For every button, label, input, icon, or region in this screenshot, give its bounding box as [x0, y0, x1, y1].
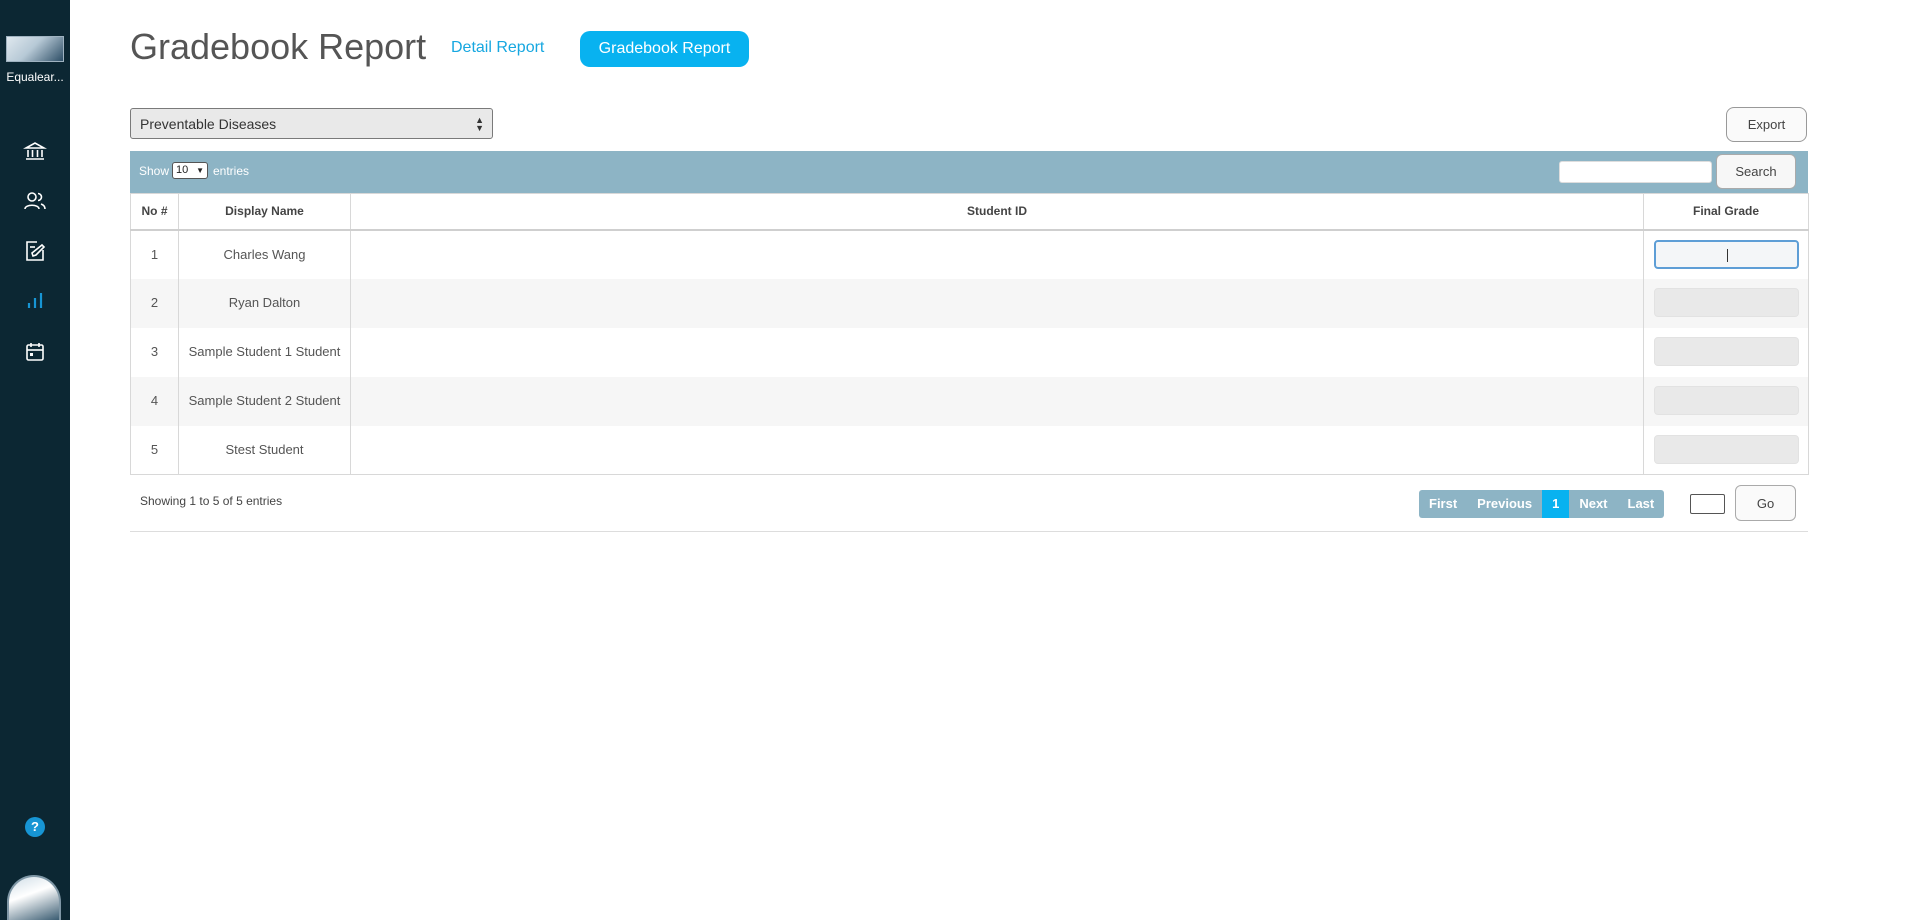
page-number-input[interactable] [1690, 494, 1725, 514]
table-row: 5 Stest Student [130, 425, 1809, 475]
cell-student-id [350, 278, 1644, 328]
cell-no: 1 [130, 229, 179, 279]
course-select-value: Preventable Diseases [140, 116, 277, 132]
pager-previous-button[interactable]: Previous [1467, 490, 1542, 518]
calendar-icon[interactable] [23, 340, 47, 364]
cell-final-grade [1643, 425, 1809, 475]
cell-display-name: Ryan Dalton [178, 278, 351, 328]
column-header-final-grade[interactable]: Final Grade [1643, 193, 1809, 231]
final-grade-input[interactable] [1653, 385, 1799, 415]
entries-label: entries [213, 164, 250, 178]
cell-no: 3 [130, 327, 179, 377]
pager-page-1-button[interactable]: 1 [1542, 490, 1570, 518]
app-logo[interactable] [6, 36, 64, 62]
gradebook-report-button[interactable]: Gradebook Report [580, 31, 749, 67]
entries-select[interactable]: 10 ▼ [172, 162, 208, 179]
detail-report-link[interactable]: Detail Report [451, 39, 544, 57]
column-header-display-name[interactable]: Display Name [178, 193, 351, 231]
cell-no: 5 [130, 425, 179, 475]
table-toolbar: Show 10 ▼ entries Search [130, 151, 1808, 193]
table-row: 2 Ryan Dalton [130, 278, 1809, 328]
select-arrows-icon: ▲ ▼ [475, 115, 484, 133]
cell-final-grade [1643, 229, 1809, 279]
gradebook-table: No # Display Name Student ID Final Grade… [130, 193, 1809, 475]
table-header-row: No # Display Name Student ID Final Grade [130, 193, 1809, 231]
column-header-student-id[interactable]: Student ID [350, 193, 1644, 231]
footer-divider [130, 531, 1808, 532]
chevron-down-icon: ▼ [196, 166, 204, 175]
course-select[interactable]: Preventable Diseases ▲ ▼ [130, 108, 493, 139]
entries-select-value: 10 [176, 164, 189, 176]
cell-display-name: Sample Student 2 Student [178, 376, 351, 426]
cell-display-name: Stest Student [178, 425, 351, 475]
final-grade-input[interactable] [1653, 239, 1799, 269]
pager-first-button[interactable]: First [1419, 490, 1467, 518]
app-logo-label: Equalear... [6, 70, 64, 84]
cell-student-id [350, 327, 1644, 377]
final-grade-input[interactable] [1653, 434, 1799, 464]
cell-student-id [350, 425, 1644, 475]
cell-final-grade [1643, 327, 1809, 377]
pager-next-button[interactable]: Next [1569, 490, 1617, 518]
cell-student-id [350, 376, 1644, 426]
final-grade-input[interactable] [1653, 336, 1799, 366]
table-row: 3 Sample Student 1 Student [130, 327, 1809, 377]
cell-no: 4 [130, 376, 179, 426]
page-title: Gradebook Report [130, 26, 427, 67]
assignments-icon[interactable] [23, 239, 47, 263]
avatar[interactable] [7, 875, 61, 920]
search-button[interactable]: Search [1716, 154, 1796, 189]
cell-display-name: Charles Wang [178, 229, 351, 279]
pager-last-button[interactable]: Last [1618, 490, 1665, 518]
sidebar: Equalear... ? [0, 0, 70, 920]
table-row: 1 Charles Wang [130, 229, 1809, 279]
show-label: Show [139, 164, 170, 178]
cell-display-name: Sample Student 1 Student [178, 327, 351, 377]
cell-final-grade [1643, 278, 1809, 328]
reports-icon[interactable] [23, 288, 47, 312]
go-button[interactable]: Go [1735, 485, 1796, 521]
cell-final-grade [1643, 376, 1809, 426]
institution-icon[interactable] [22, 139, 48, 163]
pagination: First Previous 1 Next Last [1419, 490, 1665, 518]
cell-no: 2 [130, 278, 179, 328]
column-header-no[interactable]: No # [130, 193, 179, 231]
table-row: 4 Sample Student 2 Student [130, 376, 1809, 426]
showing-entries-info: Showing 1 to 5 of 5 entries [140, 494, 283, 508]
search-input[interactable] [1559, 161, 1712, 183]
help-icon[interactable]: ? [25, 817, 45, 837]
final-grade-input[interactable] [1653, 287, 1799, 317]
export-button[interactable]: Export [1726, 107, 1807, 142]
cell-student-id [350, 229, 1644, 279]
users-icon[interactable] [23, 189, 47, 213]
